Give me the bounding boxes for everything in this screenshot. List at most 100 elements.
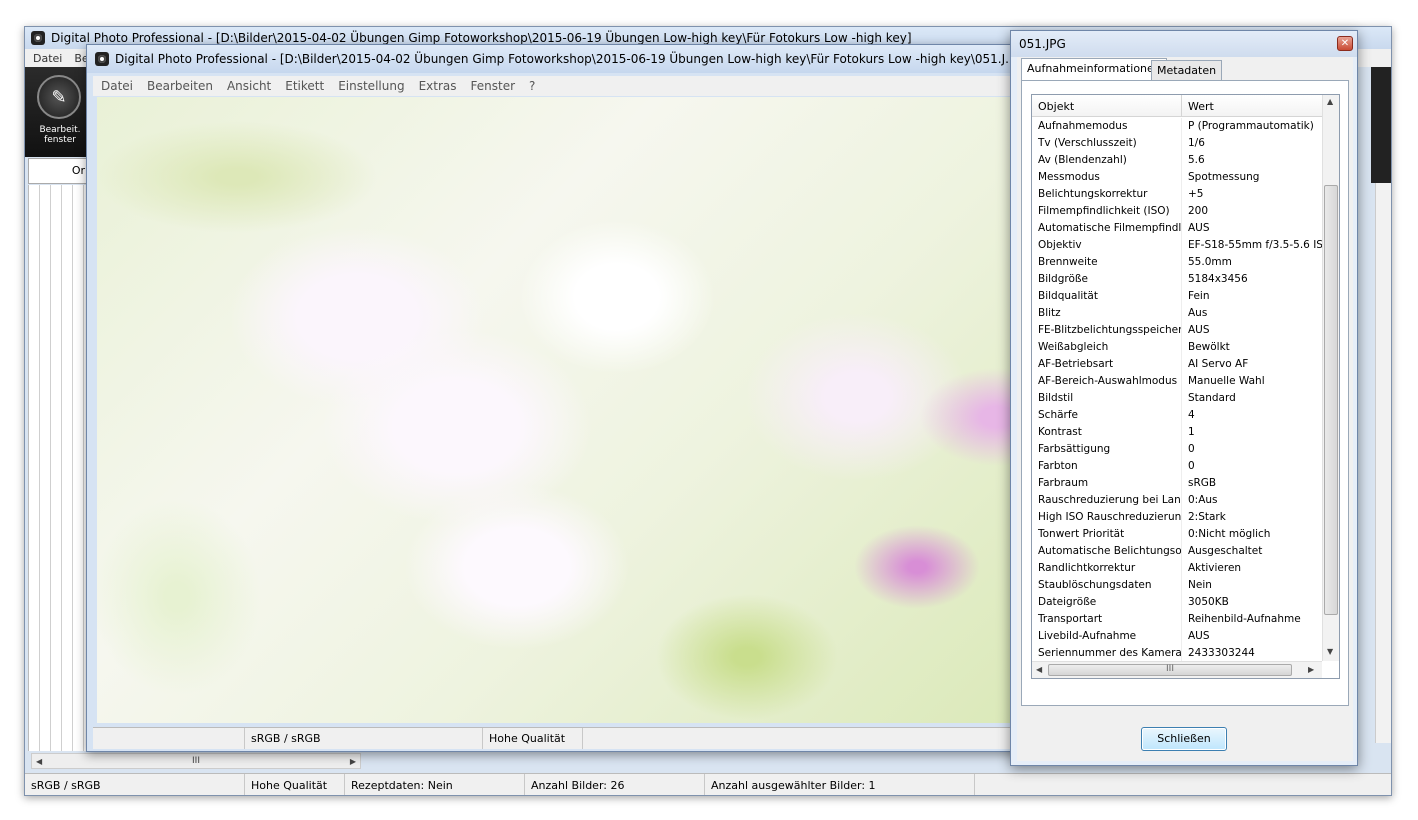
table-row[interactable]: AF-Betriebsart AI Servo AF bbox=[1032, 356, 1322, 373]
row-key: Aufnahmemodus bbox=[1032, 118, 1182, 135]
row-value: Standard bbox=[1188, 392, 1236, 404]
horizontal-scroll-thumb[interactable]: III bbox=[1048, 664, 1292, 676]
row-key: Blitz bbox=[1032, 305, 1182, 322]
row-key: Automatische Filmempfindli... bbox=[1032, 220, 1182, 237]
table-row[interactable]: Farbsättigung 0 bbox=[1032, 441, 1322, 458]
column-header-objekt[interactable]: Objekt bbox=[1032, 95, 1182, 116]
table-row[interactable]: Bildstil Standard bbox=[1032, 390, 1322, 407]
row-key: Tonwert Priorität bbox=[1032, 526, 1182, 543]
row-value: 5.6 bbox=[1188, 154, 1205, 166]
edit-title-bar[interactable]: Digital Photo Professional - [D:\Bilder\… bbox=[87, 45, 1085, 73]
table-row[interactable]: FE-Blitzbelichtungsspeicher... AUS bbox=[1032, 322, 1322, 339]
table-row[interactable]: Dateigröße 3050KB bbox=[1032, 594, 1322, 611]
table-header: Objekt Wert bbox=[1032, 95, 1322, 117]
menu-datei[interactable]: Datei bbox=[101, 79, 133, 93]
tab-metadaten[interactable]: Metadaten bbox=[1151, 60, 1223, 80]
vertical-scroll-thumb[interactable] bbox=[1324, 185, 1338, 615]
menu-einstellung[interactable]: Einstellung bbox=[338, 79, 404, 93]
row-value: 1 bbox=[1188, 426, 1195, 438]
table-row[interactable]: Kontrast 1 bbox=[1032, 424, 1322, 441]
table-horizontal-scrollbar[interactable]: ◀ III ▶ bbox=[1032, 661, 1322, 678]
table-row[interactable]: Av (Blendenzahl) 5.6 bbox=[1032, 152, 1322, 169]
table-row[interactable]: Rauschreduzierung bei Lan... 0:Aus bbox=[1032, 492, 1322, 509]
row-key: Livebild-Aufnahme bbox=[1032, 628, 1182, 645]
close-icon[interactable]: ✕ bbox=[1337, 36, 1353, 51]
main-menu-datei[interactable]: Datei bbox=[33, 52, 62, 65]
edit-window-button[interactable]: ✎ bbox=[37, 75, 81, 119]
row-value: 5184x3456 bbox=[1188, 273, 1248, 285]
main-window-title: Digital Photo Professional - [D:\Bilder\… bbox=[51, 31, 912, 45]
menu-help[interactable]: ? bbox=[529, 79, 535, 93]
photo-preview[interactable] bbox=[97, 97, 1077, 723]
row-key: Brennweite bbox=[1032, 254, 1182, 271]
table-row[interactable]: Objektiv EF-S18-55mm f/3.5-5.6 IS I bbox=[1032, 237, 1322, 254]
camera-app-icon bbox=[95, 52, 109, 66]
table-row[interactable]: Bildqualität Fein bbox=[1032, 288, 1322, 305]
table-row[interactable]: Farbraum sRGB bbox=[1032, 475, 1322, 492]
table-row[interactable]: Schärfe 4 bbox=[1032, 407, 1322, 424]
table-row[interactable]: Tv (Verschlusszeit) 1/6 bbox=[1032, 135, 1322, 152]
edit-pencil-icon: ✎ bbox=[51, 86, 67, 108]
menu-bearbeiten[interactable]: Bearbeiten bbox=[147, 79, 213, 93]
scroll-right-arrow-icon[interactable]: ▶ bbox=[1308, 665, 1314, 674]
edit-status-quality: Hohe Qualität bbox=[483, 728, 583, 749]
scroll-right-arrow-icon[interactable]: ▶ bbox=[350, 757, 356, 766]
table-row[interactable]: Weißabgleich Bewölkt bbox=[1032, 339, 1322, 356]
scroll-down-arrow-icon[interactable]: ▼ bbox=[1327, 647, 1333, 656]
main-horizontal-scrollbar[interactable]: ◀ III ▶ bbox=[31, 753, 361, 769]
table-row[interactable]: Staublöschungsdaten Nein bbox=[1032, 577, 1322, 594]
table-row[interactable]: Randlichtkorrektur Aktivieren bbox=[1032, 560, 1322, 577]
row-key: Tv (Verschlusszeit) bbox=[1032, 135, 1182, 152]
table-row[interactable]: Belichtungskorrektur +5 bbox=[1032, 186, 1322, 203]
table-row[interactable]: AF-Bereich-Auswahlmodus Manuelle Wahl bbox=[1032, 373, 1322, 390]
main-status-quality: Hohe Qualität bbox=[245, 774, 345, 795]
table-row[interactable]: Automatische Filmempfindli... AUS bbox=[1032, 220, 1322, 237]
edit-status-colorspace: sRGB / sRGB bbox=[245, 728, 483, 749]
scroll-left-arrow-icon[interactable]: ◀ bbox=[36, 757, 42, 766]
table-row[interactable]: Aufnahmemodus P (Programmautomatik) bbox=[1032, 118, 1322, 135]
row-key: AF-Betriebsart bbox=[1032, 356, 1182, 373]
row-value: EF-S18-55mm f/3.5-5.6 IS I bbox=[1188, 239, 1322, 251]
table-row[interactable]: High ISO Rauschreduzierung 2:Stark bbox=[1032, 509, 1322, 526]
row-value: AUS bbox=[1188, 324, 1210, 336]
menu-etikett[interactable]: Etikett bbox=[285, 79, 324, 93]
row-value: P (Programmautomatik) bbox=[1188, 120, 1314, 132]
row-key: High ISO Rauschreduzierung bbox=[1032, 509, 1182, 526]
table-row[interactable]: Livebild-Aufnahme AUS bbox=[1032, 628, 1322, 645]
table-row[interactable]: Filmempfindlichkeit (ISO) 200 bbox=[1032, 203, 1322, 220]
table-row[interactable]: Bildgröße 5184x3456 bbox=[1032, 271, 1322, 288]
info-dialog-title: 051.JPG bbox=[1019, 37, 1066, 51]
main-status-bar: sRGB / sRGB Hohe Qualität Rezeptdaten: N… bbox=[25, 773, 1391, 795]
row-key: Farbsättigung bbox=[1032, 441, 1182, 458]
scroll-left-arrow-icon[interactable]: ◀ bbox=[1036, 665, 1042, 674]
row-value: AI Servo AF bbox=[1188, 358, 1249, 370]
info-dialog: 051.JPG ✕ Aufnahmeinformationen Metadate… bbox=[1010, 30, 1358, 766]
table-row[interactable]: Messmodus Spotmessung bbox=[1032, 169, 1322, 186]
table-row[interactable]: Automatische Belichtungso... Ausgeschalte… bbox=[1032, 543, 1322, 560]
table-row[interactable]: Blitz Aus bbox=[1032, 305, 1322, 322]
info-title-bar[interactable]: 051.JPG bbox=[1011, 31, 1357, 57]
table-row[interactable]: Brennweite 55.0mm bbox=[1032, 254, 1322, 271]
menu-extras[interactable]: Extras bbox=[419, 79, 457, 93]
row-value: 200 bbox=[1188, 205, 1209, 217]
table-row[interactable]: Seriennummer des Kamera... 2433303244 bbox=[1032, 645, 1322, 662]
close-button[interactable]: Schließen bbox=[1141, 727, 1227, 751]
row-key: Belichtungskorrektur bbox=[1032, 186, 1182, 203]
main-left-tab[interactable]: Or bbox=[28, 158, 90, 184]
tab-aufnahmeinformationen[interactable]: Aufnahmeinformationen bbox=[1021, 58, 1167, 80]
menu-ansicht[interactable]: Ansicht bbox=[227, 79, 271, 93]
menu-fenster[interactable]: Fenster bbox=[471, 79, 516, 93]
main-status-count: Anzahl Bilder: 26 bbox=[525, 774, 705, 795]
main-left-list[interactable] bbox=[28, 185, 90, 751]
table-row[interactable]: Transportart Reihenbild-Aufnahme bbox=[1032, 611, 1322, 628]
main-right-scrollbar[interactable] bbox=[1375, 183, 1391, 743]
row-key: Dateigröße bbox=[1032, 594, 1182, 611]
main-status-recipe: Rezeptdaten: Nein bbox=[345, 774, 525, 795]
row-key: Bildqualität bbox=[1032, 288, 1182, 305]
column-header-wert[interactable]: Wert bbox=[1182, 95, 1214, 116]
table-vertical-scrollbar[interactable]: ▲ ▼ bbox=[1322, 95, 1339, 661]
table-row[interactable]: Tonwert Priorität 0:Nicht möglich bbox=[1032, 526, 1322, 543]
table-row[interactable]: Farbton 0 bbox=[1032, 458, 1322, 475]
scroll-up-arrow-icon[interactable]: ▲ bbox=[1327, 97, 1333, 106]
row-key: Bildgröße bbox=[1032, 271, 1182, 288]
